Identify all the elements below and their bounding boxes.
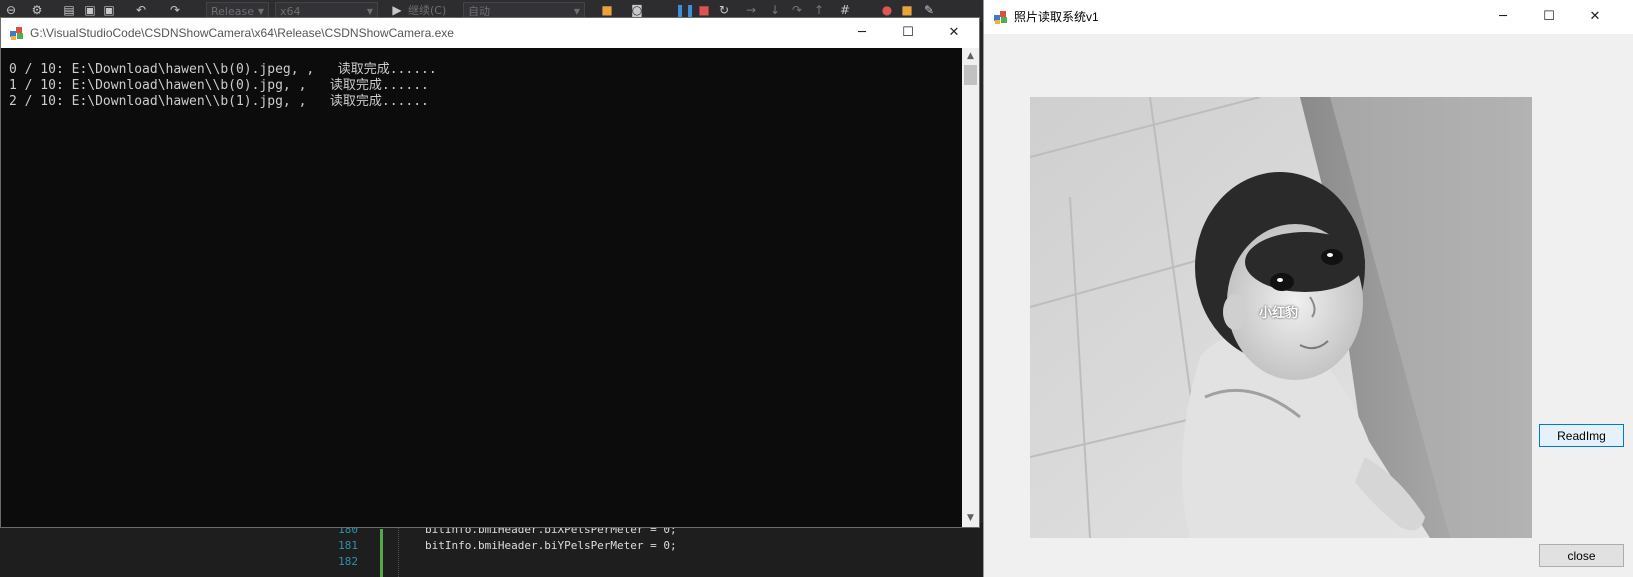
screenshot-icon[interactable]: ◙ — [630, 3, 644, 17]
step-out-icon[interactable]: ↑ — [812, 3, 826, 17]
play-icon[interactable]: ▶ — [390, 3, 404, 17]
folder-icon[interactable]: ■ — [600, 3, 614, 17]
undo-icon[interactable]: ↶ — [134, 3, 148, 17]
stop-icon[interactable]: ■ — [697, 3, 711, 17]
save-all-icon[interactable]: ▣ — [102, 3, 116, 17]
line-number: 182 — [338, 555, 358, 568]
tools-icon[interactable]: ✎ — [922, 3, 936, 17]
step-next-icon[interactable]: → — [744, 3, 758, 17]
diagnostic-icon[interactable]: ● — [880, 3, 894, 17]
line-number: 181 — [338, 539, 358, 552]
build-icon[interactable]: ⚙ — [30, 3, 44, 17]
code-line: 182 — [0, 554, 983, 570]
minimize-icon[interactable]: ─ — [1480, 2, 1526, 32]
minimize-icon[interactable]: ─ — [839, 18, 885, 48]
scroll-up-icon[interactable]: ▲ — [962, 48, 979, 65]
pause-icon[interactable]: ❚❚ — [675, 3, 695, 17]
close-icon[interactable]: ✕ — [1572, 2, 1618, 32]
back-icon[interactable]: ⊖ — [4, 3, 18, 17]
code-editor[interactable]: 180 bitInfo.bmiHeader.biXPelsPerMeter = … — [0, 523, 983, 577]
scroll-thumb[interactable] — [964, 65, 977, 85]
step-into-icon[interactable]: ↓ — [768, 3, 782, 17]
close-icon[interactable]: ✕ — [931, 18, 977, 48]
console-titlebar[interactable]: G:\VisualStudioCode\CSDNShowCamera\x64\R… — [1, 18, 979, 48]
code-text: bitInfo.bmiHeader.biYPelsPerMeter = 0; — [425, 539, 677, 552]
photo-window[interactable]: 照片读取系统v1 ─ ☐ ✕ 小红豹 ReadImg close — [983, 0, 1633, 577]
export-icon[interactable]: ■ — [900, 3, 914, 17]
scroll-down-icon[interactable]: ▼ — [962, 510, 979, 527]
photo-display: 小红豹 — [1030, 97, 1532, 538]
maximize-icon[interactable]: ☐ — [885, 18, 931, 48]
redo-icon[interactable]: ↷ — [168, 3, 182, 17]
console-line: 2 / 10: E:\Download\hawen\\b(1).jpg, , 读… — [9, 94, 429, 109]
restart-icon[interactable]: ↻ — [717, 3, 731, 17]
image-caption: 小红豹 — [1259, 306, 1299, 321]
app-icon — [994, 11, 1007, 24]
step-over-icon[interactable]: ↷ — [790, 3, 804, 17]
console-title: G:\VisualStudioCode\CSDNShowCamera\x64\R… — [30, 26, 454, 40]
console-window[interactable]: G:\VisualStudioCode\CSDNShowCamera\x64\R… — [0, 17, 980, 528]
photo-titlebar[interactable]: 照片读取系统v1 ─ ☐ ✕ — [984, 0, 1633, 34]
maximize-icon[interactable]: ☐ — [1526, 2, 1572, 32]
code-line: 181 bitInfo.bmiHeader.biYPelsPerMeter = … — [0, 538, 983, 554]
app-icon — [10, 27, 23, 40]
console-output[interactable]: 0 / 10: E:\Download\hawen\\b(0).jpeg, , … — [1, 48, 963, 527]
close-button[interactable]: close — [1539, 544, 1624, 567]
photo-title: 照片读取系统v1 — [1014, 10, 1099, 24]
console-line: 0 / 10: E:\Download\hawen\\b(0).jpeg, , … — [9, 62, 437, 77]
save-icon[interactable]: ▣ — [83, 3, 97, 17]
hex-icon[interactable]: # — [838, 3, 852, 17]
open-folder-icon[interactable]: ▤ — [62, 3, 76, 17]
readimg-button[interactable]: ReadImg — [1539, 424, 1624, 447]
console-line: 1 / 10: E:\Download\hawen\\b(0).jpg, , 读… — [9, 78, 429, 93]
console-scrollbar[interactable]: ▲ ▼ — [962, 48, 979, 527]
